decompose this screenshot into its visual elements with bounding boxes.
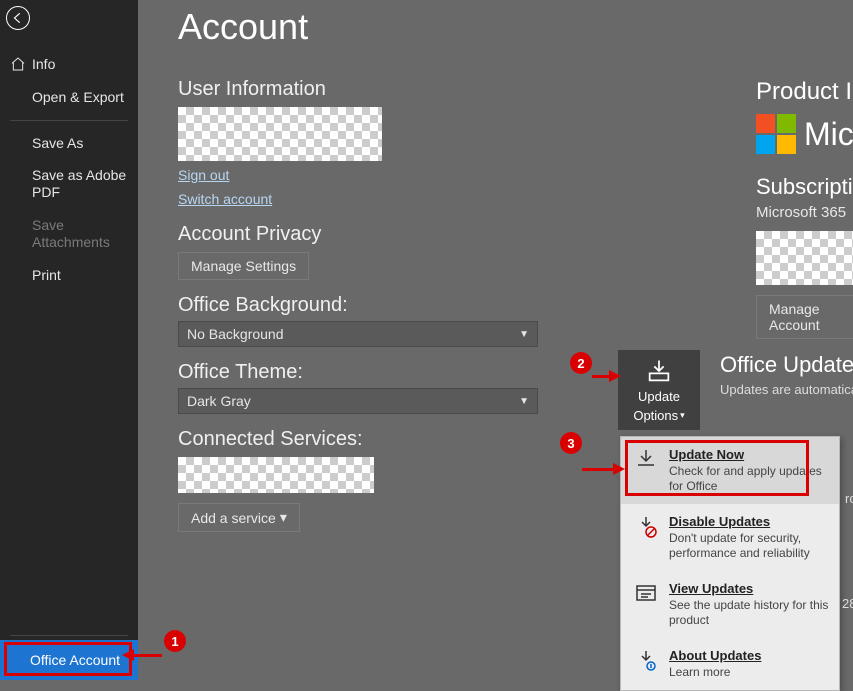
signout-link[interactable]: Sign out: [178, 167, 229, 183]
annotation-bubble-2: 2: [570, 352, 592, 374]
microsoft-logo: Microsoft: [756, 114, 853, 154]
update-tile-label-1: Update: [638, 389, 680, 404]
menu-item-title: About Updates: [669, 648, 761, 663]
backstage-sidebar: Info Open & Export Save As Save as Adobe…: [0, 0, 138, 680]
select-value: No Background: [187, 326, 284, 342]
truncated-text: 28.: [842, 596, 853, 611]
sidebar-item-save-as[interactable]: Save As: [0, 127, 138, 160]
annotation-highlight-1: [4, 642, 132, 676]
disable-icon: [633, 514, 659, 540]
microsoft-squares-icon: [756, 114, 796, 154]
user-info-heading: User Information: [178, 78, 538, 101]
update-tile-label-2: Options: [633, 408, 678, 423]
annotation-highlight-3: [625, 440, 809, 496]
right-column: Product Information Microsoft Subscripti…: [756, 78, 853, 339]
sidebar-label: Save as Adobe PDF: [32, 167, 128, 201]
privacy-heading: Account Privacy: [178, 223, 538, 246]
sidebar-item-open-export[interactable]: Open & Export: [0, 81, 138, 114]
chevron-down-icon: ▾: [280, 509, 287, 526]
annotation-arrowhead-1: [122, 649, 134, 661]
sidebar-item-save-attachments: Save Attachments: [0, 209, 138, 259]
sidebar-label: Open & Export: [32, 89, 124, 106]
sidebar-item-info[interactable]: Info: [0, 48, 138, 81]
button-label: Add a service: [191, 510, 276, 526]
back-button[interactable]: [6, 6, 30, 30]
product-placeholder: [756, 231, 853, 285]
manage-account-button[interactable]: Manage Account: [756, 295, 853, 339]
chevron-down-icon: ▾: [680, 410, 685, 421]
switch-account-link[interactable]: Switch account: [178, 191, 272, 207]
office-updates-subtitle: Updates are automatically: [720, 382, 853, 397]
menu-item-about-updates[interactable]: About Updates Learn more: [621, 638, 839, 690]
chevron-down-icon: ▼: [519, 329, 529, 340]
office-theme-select[interactable]: Dark Gray ▼: [178, 388, 538, 414]
sidebar-label: Info: [32, 56, 55, 73]
update-icon: [645, 357, 673, 385]
office-updates-title: Office Updates: [720, 352, 853, 378]
sidebar-label: Print: [32, 267, 61, 284]
connected-heading: Connected Services:: [178, 428, 538, 451]
update-options-area: Update Options▾: [618, 350, 700, 430]
menu-item-desc: Don't update for security, performance a…: [669, 531, 829, 561]
product-info-heading: Product Information: [756, 78, 853, 106]
update-options-button[interactable]: Update Options▾: [618, 350, 700, 430]
office-background-select[interactable]: No Background ▼: [178, 321, 538, 347]
menu-item-disable-updates[interactable]: Disable Updates Don't update for securit…: [621, 504, 839, 571]
back-arrow-icon: [11, 11, 25, 25]
history-icon: [633, 581, 659, 607]
manage-settings-button[interactable]: Manage Settings: [178, 252, 309, 280]
sidebar-item-print[interactable]: Print: [0, 259, 138, 292]
add-service-button[interactable]: Add a service ▾: [178, 503, 300, 532]
theme-heading: Office Theme:: [178, 361, 538, 384]
annotation-bubble-1: 1: [164, 630, 186, 652]
subscription-heading: Subscription Product: [756, 174, 853, 200]
chevron-down-icon: ▼: [519, 396, 529, 407]
truncated-text: ro: [845, 491, 853, 506]
user-info-placeholder: [178, 107, 382, 161]
info-icon: [633, 648, 659, 674]
menu-item-title: View Updates: [669, 581, 829, 596]
subscription-name: Microsoft 365: [756, 204, 853, 221]
sidebar-label: Save As: [32, 135, 83, 152]
menu-item-title: Disable Updates: [669, 514, 829, 529]
button-label: Manage Account: [769, 301, 853, 333]
microsoft-wordmark: Microsoft: [804, 116, 853, 153]
menu-item-desc: See the update history for this product: [669, 598, 829, 628]
sidebar-label: Save Attachments: [32, 217, 128, 251]
annotation-bubble-3: 3: [560, 432, 582, 454]
left-column: User Information Sign out Switch account…: [178, 78, 538, 546]
connected-placeholder: [178, 457, 374, 493]
sidebar-separator: [10, 120, 128, 121]
sidebar-separator: [10, 635, 128, 636]
home-icon: [10, 56, 26, 72]
menu-item-view-updates[interactable]: View Updates See the update history for …: [621, 571, 839, 638]
background-heading: Office Background:: [178, 294, 538, 317]
menu-item-desc: Learn more: [669, 665, 761, 680]
page-title: Account: [178, 0, 853, 48]
button-label: Manage Settings: [191, 258, 296, 274]
sidebar-item-save-adobe-pdf[interactable]: Save as Adobe PDF: [0, 159, 138, 209]
select-value: Dark Gray: [187, 393, 251, 409]
